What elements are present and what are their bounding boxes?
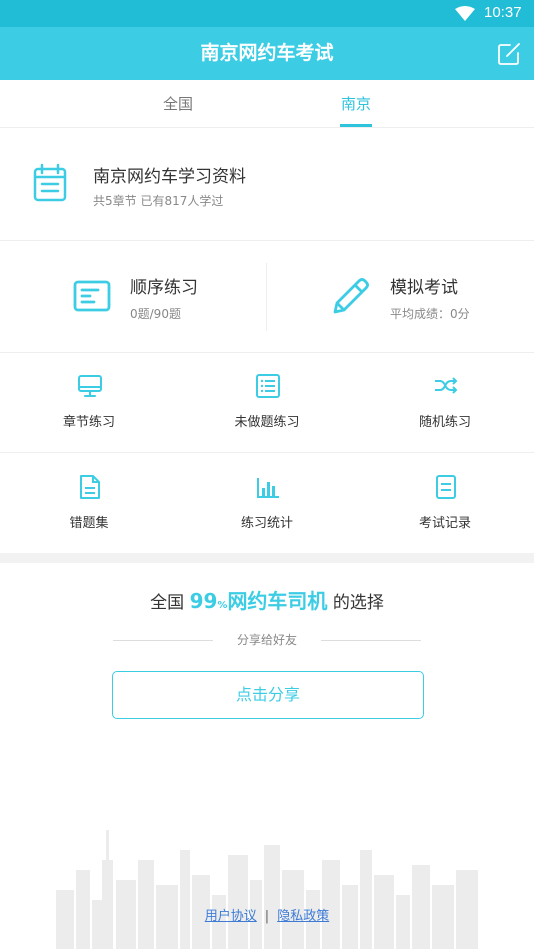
document-icon: [80, 475, 100, 499]
status-time: 10:37: [484, 4, 522, 21]
grid-label: 章节练习: [62, 415, 115, 430]
grid-label: 练习统计: [240, 516, 293, 531]
grid-label: 错题集: [69, 516, 109, 531]
share-hint-text: 分享给好友: [236, 633, 297, 647]
divider-line: [113, 640, 213, 641]
status-bar: 10:37: [0, 0, 534, 27]
action-subtitle: 平均成绩：0分: [390, 307, 470, 321]
chapter-practice-button[interactable]: 章节练习: [0, 353, 178, 453]
app-bar: 南京网约车考试: [0, 27, 534, 80]
pencil-icon: [333, 278, 369, 314]
section-gap: [0, 553, 534, 563]
exam-records-button[interactable]: 考试记录: [356, 454, 534, 554]
grid-label: 未做题练习: [234, 415, 300, 430]
action-label: 顺序练习: [130, 278, 198, 298]
footer-separator: |: [264, 909, 270, 924]
random-practice-button[interactable]: 随机练习: [356, 353, 534, 453]
slogan-number: 99: [189, 589, 218, 613]
shuffle-icon: [435, 377, 458, 394]
share-button[interactable]: 点击分享: [112, 671, 424, 719]
undone-practice-button[interactable]: 未做题练习: [178, 353, 356, 453]
divider-line: [321, 640, 421, 641]
grid-label: 考试记录: [418, 516, 471, 531]
tab-label: 南京: [340, 95, 371, 113]
slogan-prefix: 全国: [150, 593, 185, 613]
list-card-icon: [73, 280, 111, 312]
tab-nanjing[interactable]: 南京: [296, 80, 416, 128]
study-material-card[interactable]: 南京网约车学习资料 共5章节 已有817人学过: [0, 129, 534, 241]
monitor-icon: [78, 375, 102, 397]
action-subtitle: 0题/90题: [130, 307, 181, 321]
tab-nationwide[interactable]: 全国: [118, 80, 238, 128]
grid-label: 随机练习: [418, 415, 471, 430]
edit-share-icon[interactable]: [496, 41, 522, 67]
main-actions: 顺序练习 0题/90题 模拟考试 平均成绩：0分: [0, 241, 534, 353]
promo-slogan: 全国 99%网约车司机 的选择: [0, 585, 534, 614]
page-title: 南京网约车考试: [200, 42, 334, 64]
slogan-highlight: 网约车司机: [227, 589, 328, 613]
share-hint: 分享给好友: [113, 630, 421, 650]
mock-exam-button[interactable]: 模拟考试 平均成绩：0分: [267, 241, 534, 353]
wrong-questions-button[interactable]: 错题集: [0, 454, 178, 554]
list-icon: [256, 374, 280, 398]
calendar-list-icon: [33, 163, 67, 202]
tab-label: 全国: [162, 95, 193, 113]
slogan-suffix: 的选择: [332, 593, 384, 613]
practice-stats-button[interactable]: 练习统计: [178, 454, 356, 554]
city-skyline-illustration: [56, 830, 478, 949]
record-icon: [436, 475, 456, 499]
material-title: 南京网约车学习资料: [93, 167, 246, 187]
region-tabs: 全国 南京: [0, 80, 534, 128]
privacy-policy-link[interactable]: 隐私政策: [277, 909, 329, 924]
slogan-percent: %: [217, 600, 228, 611]
practice-grid-row: 章节练习 未做题练习 随机练习: [0, 353, 534, 453]
wifi-icon: [455, 6, 475, 21]
tab-active-indicator: [340, 124, 372, 127]
material-subtitle: 共5章节 已有817人学过: [93, 194, 224, 208]
footer-links: 用户协议 | 隐私政策: [0, 905, 534, 924]
bar-chart-icon: [257, 478, 279, 498]
sequential-practice-button[interactable]: 顺序练习 0题/90题: [0, 241, 266, 353]
practice-grid-row: 错题集 练习统计 考试记录: [0, 454, 534, 554]
user-agreement-link[interactable]: 用户协议: [205, 909, 257, 924]
action-label: 模拟考试: [390, 278, 458, 298]
